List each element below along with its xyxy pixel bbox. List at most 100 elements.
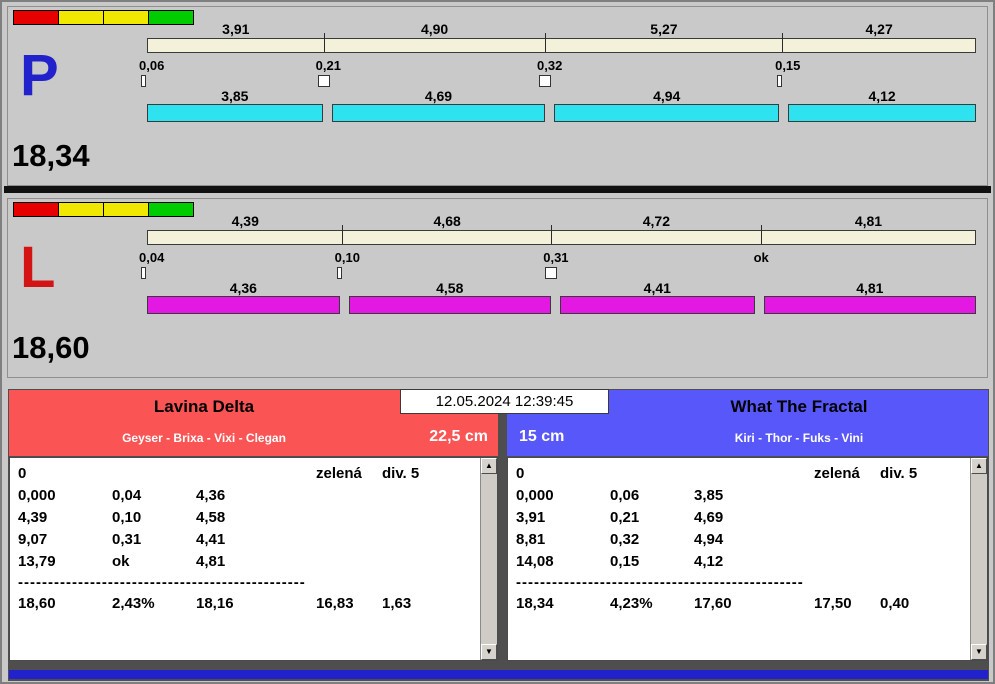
time-bar-segment: 3,91 [148, 39, 325, 52]
list-cell: 4,23% [610, 593, 694, 615]
list-cell: div. 5 [382, 463, 480, 485]
time-bar-segment: 4,27 [783, 39, 975, 52]
time-bar-segment: 4,68 [343, 231, 551, 244]
time-bar-segment: 4,39 [148, 231, 343, 244]
lane-separator [4, 186, 991, 193]
split-checkbox[interactable] [539, 75, 551, 87]
list-cell [880, 507, 970, 529]
list-row: 18,344,23%17,6017,500,40 [516, 593, 970, 615]
segment-time-label: 4,39 [148, 213, 342, 229]
segment-time-label: 4,36 [148, 280, 339, 296]
list-row: 18,602,43%18,1616,831,63 [18, 593, 480, 615]
list-cell [382, 529, 480, 551]
scrollbar-left[interactable]: ▲ ▼ [480, 458, 497, 660]
split-checkbox[interactable] [318, 75, 330, 87]
split-readout: 0,15 [775, 58, 800, 87]
scroll-up-icon: ▲ [975, 461, 983, 470]
time-bar-segment: 4,58 [349, 296, 551, 314]
split-time-label: 0,21 [316, 58, 341, 73]
list-cell: 4,81 [196, 551, 316, 573]
list-cell: 3,91 [516, 507, 610, 529]
results-listbox-right[interactable]: 0zelenádiv. 50,0000,063,853,910,214,698,… [507, 457, 988, 661]
split-checkbox[interactable] [141, 75, 146, 87]
jump-height-left: 22,5 cm [429, 428, 488, 446]
time-bar-segment: 4,81 [764, 296, 976, 314]
change-times-l: 0,040,100,31ok [139, 250, 968, 282]
datetime-display: 12.05.2024 12:39:45 [400, 389, 609, 414]
results-listbox-left[interactable]: 0zelenádiv. 50,0000,044,364,390,104,589,… [9, 457, 498, 661]
segment-time-label: 4,27 [783, 21, 975, 37]
list-cell [196, 463, 316, 485]
start-light [103, 202, 149, 217]
time-bar-segment: 4,90 [325, 39, 546, 52]
list-cell: 0,31 [112, 529, 196, 551]
time-bar-segment: 4,72 [552, 231, 762, 244]
segment-time-label: 5,27 [546, 21, 783, 37]
dog-times-bar-p: 3,854,694,944,12 [147, 104, 976, 122]
list-row: 0zelenádiv. 5 [18, 463, 480, 485]
time-bar-segment: 4,81 [762, 231, 975, 244]
scroll-down-icon: ▼ [975, 647, 983, 656]
list-cell: 0 [18, 463, 112, 485]
scrollbar-right[interactable]: ▲ ▼ [970, 458, 987, 660]
list-cell: 0,21 [610, 507, 694, 529]
list-cell [814, 507, 880, 529]
list-cell: 4,39 [18, 507, 112, 529]
time-bar-segment: 5,27 [546, 39, 784, 52]
split-checkbox[interactable] [141, 267, 146, 279]
split-checkbox[interactable] [337, 267, 342, 279]
list-cell [814, 529, 880, 551]
change-times-p: 0,060,210,320,15 [139, 58, 968, 90]
time-bar-segment: 4,12 [788, 104, 976, 122]
time-bar-segment: 3,85 [147, 104, 323, 122]
list-row: 3,910,214,69 [516, 507, 970, 529]
scroll-down-button[interactable]: ▼ [971, 644, 987, 660]
team-name-right: What The Fractal [610, 397, 988, 417]
list-row: 9,070,314,41 [18, 529, 480, 551]
list-row: 8,810,324,94 [516, 529, 970, 551]
start-light [13, 202, 59, 217]
list-cell [112, 463, 196, 485]
list-row: 0zelenádiv. 5 [516, 463, 970, 485]
list-cell: 14,08 [516, 551, 610, 573]
split-checkbox[interactable] [777, 75, 782, 87]
split-checkbox[interactable] [545, 267, 557, 279]
list-cell [610, 463, 694, 485]
list-cell [880, 551, 970, 573]
list-cell [880, 485, 970, 507]
list-cell [814, 551, 880, 573]
scroll-down-button[interactable]: ▼ [481, 644, 497, 660]
list-cell [316, 507, 382, 529]
total-time-l: 18,60 [12, 330, 90, 366]
scroll-up-button[interactable]: ▲ [481, 458, 497, 474]
list-row: 13,79ok4,81 [18, 551, 480, 573]
dog-times-bar-l: 4,364,584,414,81 [147, 296, 976, 314]
list-cell: 3,85 [694, 485, 814, 507]
list-cell: 17,50 [814, 593, 880, 615]
split-readout: 0,31 [543, 250, 568, 279]
list-cell: 8,81 [516, 529, 610, 551]
segment-time-label: 4,41 [561, 280, 754, 296]
list-cell [814, 485, 880, 507]
list-cell: 16,83 [316, 593, 382, 615]
results-list-right: 0zelenádiv. 50,0000,063,853,910,214,698,… [508, 458, 970, 660]
list-cell: ok [112, 551, 196, 573]
segment-time-label: 4,58 [350, 280, 550, 296]
list-row: 14,080,154,12 [516, 551, 970, 573]
segment-time-label: 4,81 [765, 280, 975, 296]
list-cell: 18,16 [196, 593, 316, 615]
split-time-label: 0,10 [335, 250, 360, 265]
list-row: 0,0000,063,85 [516, 485, 970, 507]
total-time-p: 18,34 [12, 138, 90, 174]
scroll-up-button[interactable]: ▲ [971, 458, 987, 474]
list-cell: 1,63 [382, 593, 480, 615]
split-time-label: ok [754, 250, 769, 265]
list-row: 0,0000,044,36 [18, 485, 480, 507]
start-light [13, 10, 59, 25]
scoreboard: Lavina Delta Geyser - Brixa - Vixi - Cle… [8, 389, 989, 681]
segment-time-label: 4,72 [552, 213, 761, 229]
split-time-label: 0,32 [537, 58, 562, 73]
list-separator: ----------------------------------------… [516, 573, 970, 593]
interval-bar-p: 3,914,905,274,27 [147, 38, 976, 53]
list-cell [316, 485, 382, 507]
